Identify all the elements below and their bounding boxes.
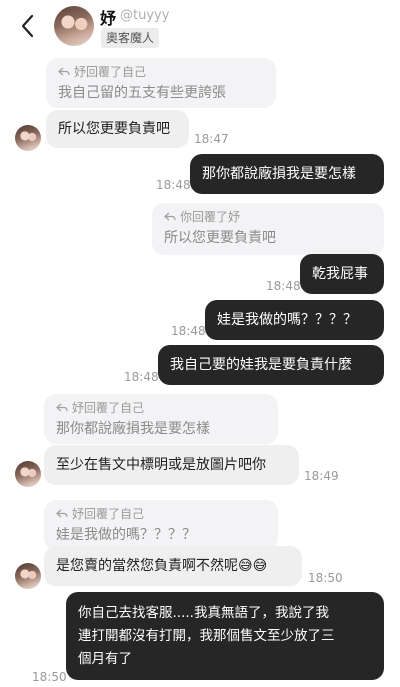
contact-name: 妤	[100, 9, 117, 28]
quoted-message[interactable]: 妤回覆了自己 娃是我做的嗎？？？？	[44, 500, 278, 550]
reply-header: 妤回覆了自己	[56, 400, 266, 416]
message-bubble-outgoing[interactable]: 你自己去找客服.....我真無語了，我說了我 連打開都沒有打開，我那個售文至少放…	[66, 592, 384, 680]
contact-badge: 奧客魔人	[101, 28, 160, 48]
reply-icon	[56, 403, 68, 412]
message-bubble-outgoing[interactable]: 我自己要的娃我是要負責什麼	[158, 345, 384, 385]
quoted-text: 娃是我做的嗎？？？？	[56, 527, 196, 543]
message-time: 18:48	[156, 178, 191, 192]
back-button[interactable]	[18, 12, 38, 40]
message-text: 所以您更要負責吧	[58, 121, 170, 137]
message-time: 18:50	[32, 670, 67, 684]
reply-label: 妤回覆了自己	[74, 65, 147, 79]
contact-handle: @tuyyy	[120, 8, 170, 23]
message-time: 18:48	[266, 279, 301, 293]
chevron-left-icon	[21, 14, 34, 38]
message-bubble-incoming[interactable]: 所以您更要負責吧	[46, 110, 189, 148]
message-time: 18:50	[308, 571, 343, 585]
message-text: 至少在售文中標明或是放圖片吧你	[56, 457, 266, 473]
avatar[interactable]	[15, 461, 41, 487]
message-bubble-outgoing[interactable]: 乾我屁事	[300, 254, 384, 294]
message-bubble-outgoing[interactable]: 那你都說廠損我是要怎樣	[190, 154, 384, 194]
message-text-line: 你自己去找客服.....我真無語了，我說了我	[78, 605, 329, 621]
message-text: 乾我屁事	[312, 266, 368, 282]
message-bubble-incoming[interactable]: 是您賣的當然您負責啊不然呢😅😅	[44, 546, 302, 586]
avatar[interactable]	[15, 125, 41, 151]
quoted-text: 我自己留的五支有些更誇張	[58, 85, 226, 101]
avatar[interactable]	[15, 563, 41, 589]
reply-icon	[164, 212, 176, 221]
quoted-message[interactable]: 妤回覆了自己 我自己留的五支有些更誇張	[46, 58, 276, 108]
message-bubble-incoming[interactable]: 至少在售文中標明或是放圖片吧你	[44, 445, 299, 485]
message-time: 18:47	[194, 132, 229, 146]
quoted-text: 所以您更要負責吧	[164, 230, 276, 246]
quoted-message[interactable]: 妤回覆了自己 那你都說廠損我是要怎樣	[44, 394, 278, 444]
message-bubble-outgoing[interactable]: 娃是我做的嗎？？？？	[205, 300, 384, 340]
message-text-line: 連打開都沒有打開，我那個售文至少放了三	[78, 628, 335, 644]
reply-label: 妤回覆了自己	[72, 507, 145, 521]
quoted-text: 那你都說廠損我是要怎樣	[56, 421, 210, 437]
reply-header: 妤回覆了自己	[58, 64, 264, 80]
message-text: 那你都說廠損我是要怎樣	[202, 166, 356, 182]
message-text: 是您賣的當然您負責啊不然呢😅😅	[56, 558, 268, 574]
quoted-message[interactable]: 你回覆了妤 所以您更要負責吧	[152, 203, 384, 255]
message-time: 18:49	[304, 469, 339, 483]
message-time: 18:48	[171, 324, 206, 338]
message-text: 娃是我做的嗎？？？？	[217, 312, 357, 328]
reply-label: 妤回覆了自己	[72, 401, 145, 415]
reply-icon	[58, 67, 70, 76]
reply-header: 妤回覆了自己	[56, 506, 266, 522]
reply-label: 你回覆了妤	[180, 210, 241, 224]
message-time: 18:48	[124, 370, 159, 384]
message-text: 我自己要的娃我是要負責什麼	[170, 357, 352, 373]
reply-icon	[56, 509, 68, 518]
contact-avatar[interactable]	[54, 6, 94, 46]
reply-header: 你回覆了妤	[164, 209, 372, 225]
message-text-line: 個月有了	[78, 651, 132, 667]
